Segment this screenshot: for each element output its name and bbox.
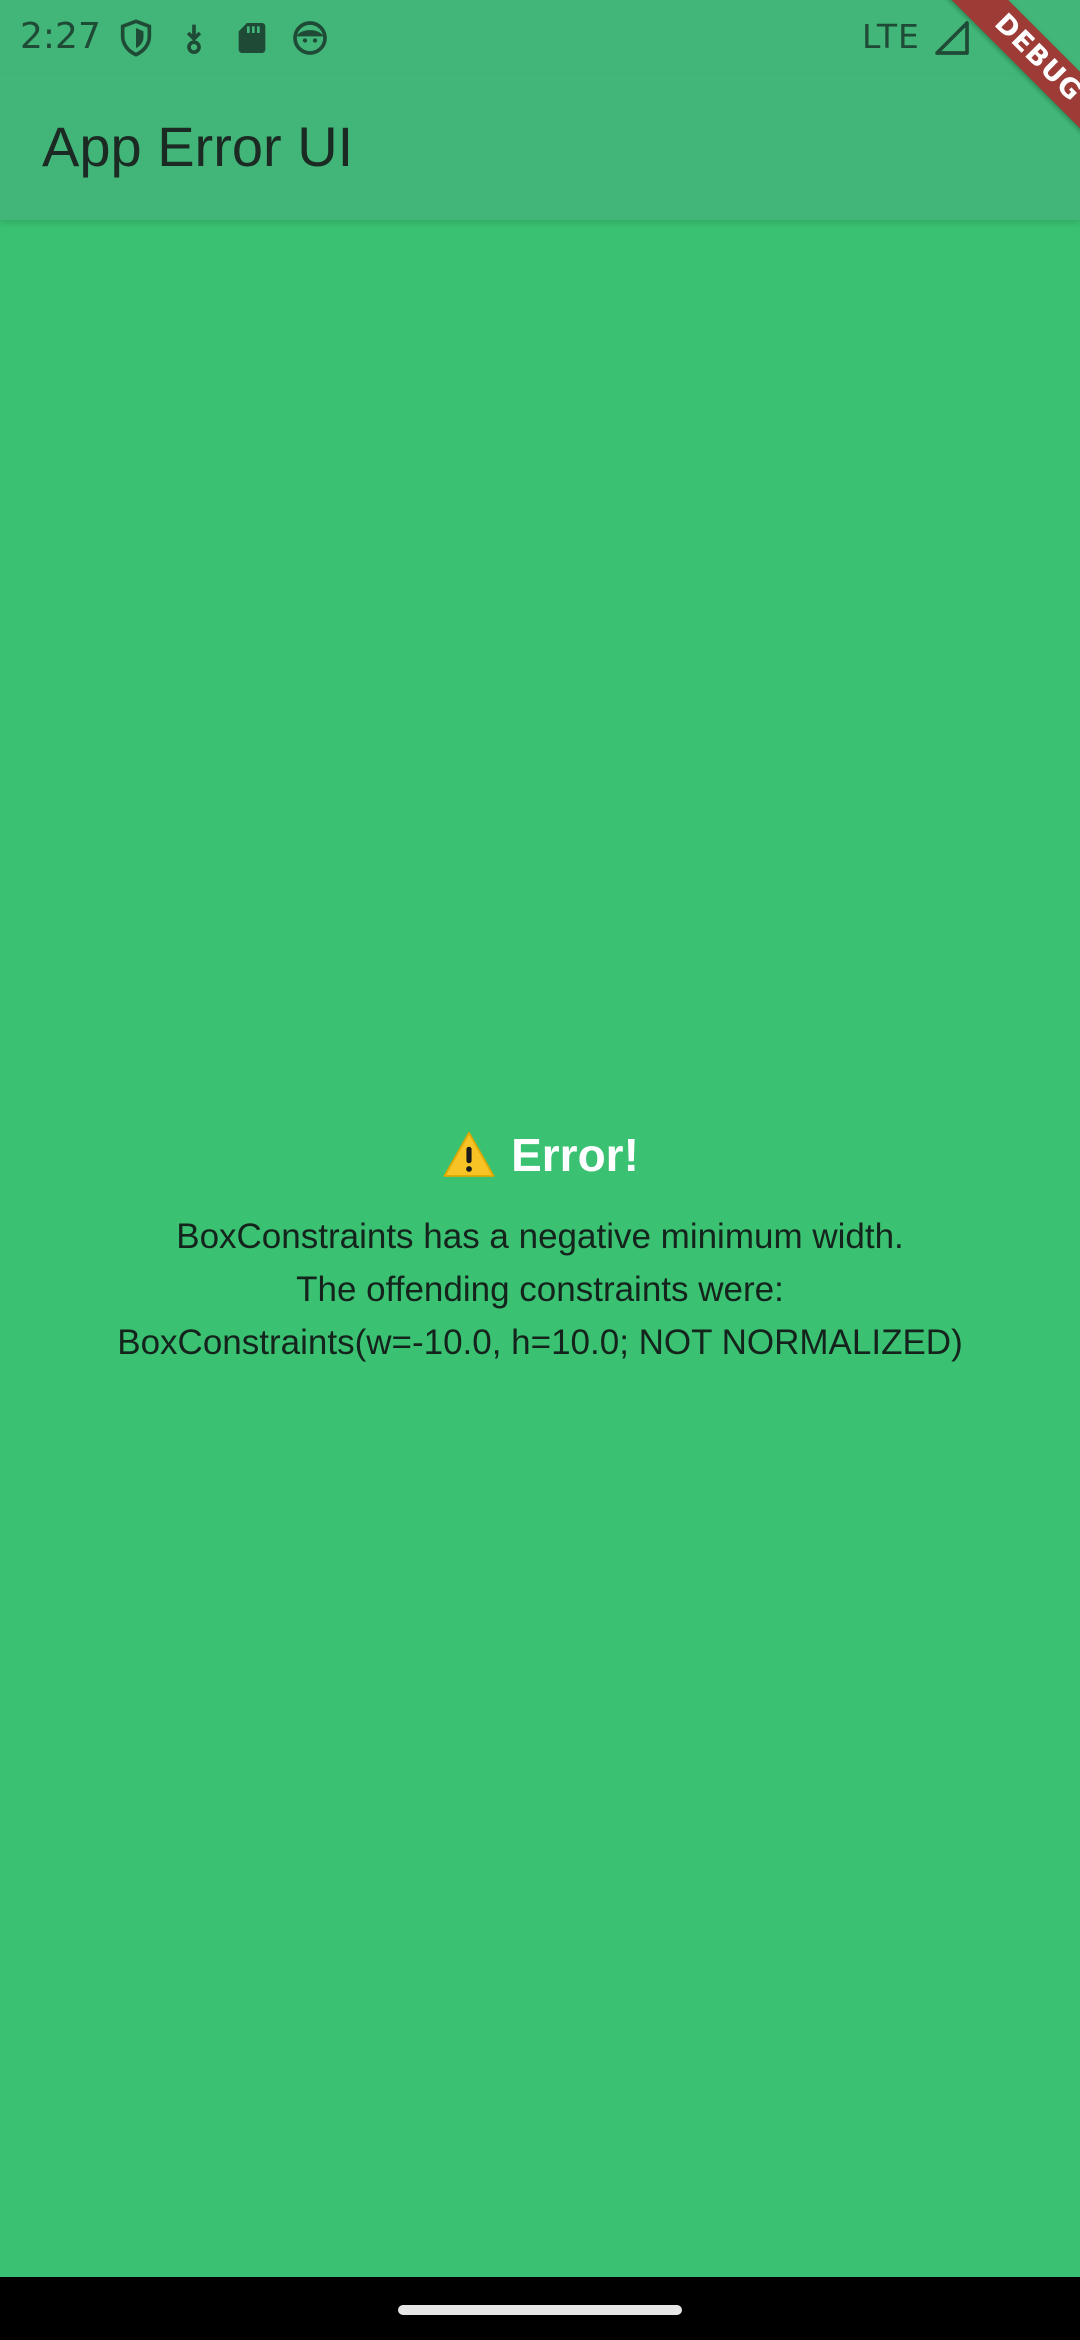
error-message-line: BoxConstraints(w=-10.0, h=10.0; NOT NORM… xyxy=(117,1323,963,1362)
shield-icon xyxy=(116,18,156,58)
error-panel: Error! BoxConstraints has a negative min… xyxy=(0,1120,1080,1369)
app-bar: App Error UI xyxy=(0,75,1080,220)
warning-icon xyxy=(441,1127,497,1183)
status-bar: 2:27 LTE xyxy=(0,0,1080,75)
debug-banner: DEBUG xyxy=(931,0,1080,160)
face-icon xyxy=(290,18,330,58)
error-title: Error! xyxy=(511,1129,639,1181)
home-gesture-handle[interactable] xyxy=(398,2305,682,2315)
app-bar-title: App Error UI xyxy=(42,115,354,178)
error-message-line: The offending constraints were: xyxy=(296,1270,784,1309)
navigation-bar xyxy=(0,2277,1080,2340)
error-message-line: BoxConstraints has a negative minimum wi… xyxy=(176,1217,904,1256)
debug-banner-container: DEBUG xyxy=(920,0,1080,160)
error-message: BoxConstraints has a negative minimum wi… xyxy=(0,1210,1080,1369)
sd-card-icon xyxy=(232,18,272,58)
error-heading: Error! xyxy=(0,1120,1080,1190)
status-time: 2:27 xyxy=(20,16,101,57)
network-type: LTE xyxy=(862,17,920,56)
download-icon xyxy=(174,18,214,58)
